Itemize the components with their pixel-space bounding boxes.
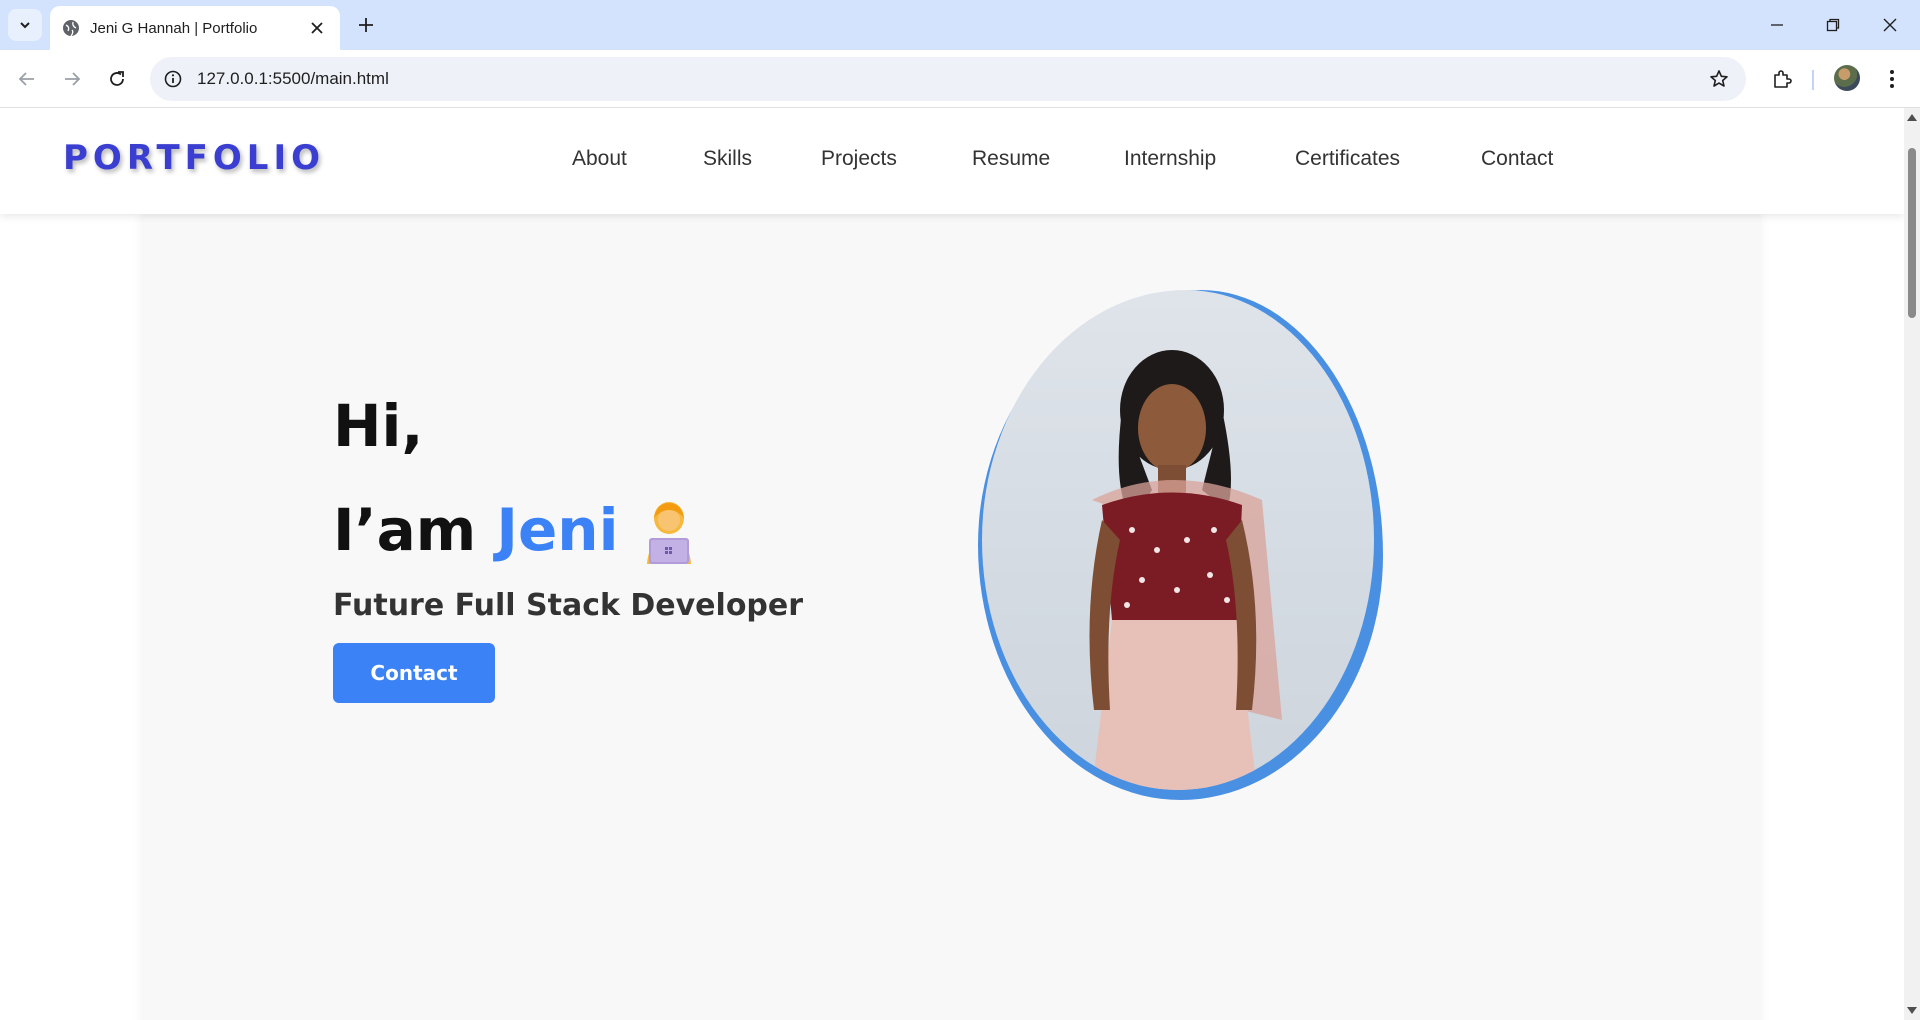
- close-icon: [1883, 18, 1897, 32]
- toolbar-divider: [1812, 70, 1814, 90]
- chevron-down-icon: [20, 22, 30, 29]
- nav-link-about[interactable]: About: [572, 147, 627, 171]
- browser-toolbar: 127.0.0.1:5500/main.html: [0, 50, 1920, 108]
- hero-name: Jeni: [496, 496, 619, 564]
- hero-headline: I’am Jeni: [333, 496, 618, 564]
- tab-search-button[interactable]: [8, 9, 42, 41]
- reload-button[interactable]: [100, 62, 134, 96]
- more-vertical-icon: [1890, 70, 1894, 88]
- extensions-button[interactable]: [1765, 62, 1799, 96]
- hero-role: Future Full Stack Developer: [333, 588, 804, 623]
- profile-photo: [982, 290, 1374, 790]
- nav-link-contact[interactable]: Contact: [1481, 147, 1553, 171]
- close-tab-icon[interactable]: [306, 17, 328, 39]
- restore-icon: [1826, 18, 1840, 32]
- scroll-down-arrow-icon[interactable]: [1907, 1007, 1917, 1014]
- browser-tab-bar: Jeni G Hannah | Portfolio: [0, 0, 1920, 50]
- reload-icon: [110, 71, 124, 86]
- forward-button[interactable]: [55, 62, 89, 96]
- scrollbar-thumb[interactable]: [1908, 148, 1916, 318]
- minimize-button[interactable]: [1757, 8, 1797, 42]
- hero-greeting: Hi,: [333, 392, 424, 460]
- plus-icon: [359, 18, 373, 32]
- puzzle-icon: [1774, 70, 1792, 88]
- site-header: PORTFOLIO About Skills Projects Resume I…: [0, 108, 1904, 214]
- woman-technologist-icon: [637, 498, 701, 566]
- nav-link-skills[interactable]: Skills: [703, 147, 752, 171]
- bookmark-star-icon[interactable]: [1708, 68, 1730, 90]
- nav-link-certificates[interactable]: Certificates: [1295, 147, 1400, 171]
- contact-button[interactable]: Contact: [333, 643, 495, 703]
- minimize-icon: [1771, 24, 1783, 26]
- page-viewport: PORTFOLIO About Skills Projects Resume I…: [0, 108, 1904, 1020]
- page-scrollbar[interactable]: [1904, 108, 1920, 1020]
- site-logo[interactable]: PORTFOLIO: [63, 138, 325, 178]
- scroll-up-arrow-icon[interactable]: [1907, 114, 1917, 121]
- arrow-right-icon: [65, 72, 81, 86]
- browser-menu-button[interactable]: [1878, 62, 1906, 96]
- tab-title: Jeni G Hannah | Portfolio: [90, 19, 258, 37]
- profile-photo-frame: [978, 290, 1383, 800]
- profile-avatar[interactable]: [1834, 65, 1860, 91]
- new-tab-button[interactable]: [352, 11, 380, 39]
- back-button[interactable]: [10, 62, 44, 96]
- globe-icon: [62, 19, 80, 37]
- address-bar[interactable]: 127.0.0.1:5500/main.html: [150, 57, 1746, 101]
- browser-tab[interactable]: Jeni G Hannah | Portfolio: [50, 6, 340, 50]
- nav-link-internship[interactable]: Internship: [1124, 147, 1216, 171]
- hero-iam-prefix: I’am: [333, 496, 497, 564]
- nav-link-resume[interactable]: Resume: [972, 147, 1050, 171]
- nav-link-projects[interactable]: Projects: [821, 147, 897, 171]
- info-icon[interactable]: [162, 68, 184, 90]
- close-window-button[interactable]: [1870, 8, 1910, 42]
- restore-button[interactable]: [1813, 8, 1853, 42]
- arrow-left-icon: [18, 72, 34, 86]
- url-text[interactable]: 127.0.0.1:5500/main.html: [197, 69, 389, 89]
